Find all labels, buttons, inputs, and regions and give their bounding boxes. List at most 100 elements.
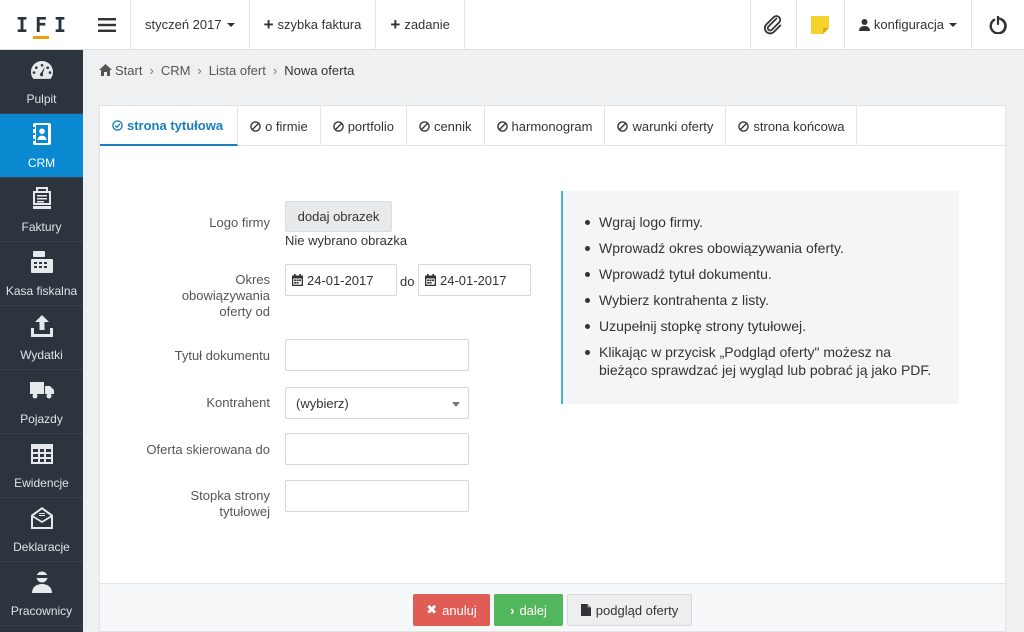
- user-icon: [30, 570, 54, 594]
- sidebar-item-pracownicy[interactable]: Pracownicy: [0, 562, 83, 626]
- paperclip-icon: [764, 14, 782, 34]
- tab-about-company[interactable]: o firmie: [238, 106, 321, 146]
- power-icon: [989, 15, 1007, 34]
- period-label-line: oferty od: [219, 304, 270, 319]
- breadcrumb-crm[interactable]: CRM: [161, 63, 191, 78]
- caret-down-icon: [226, 22, 235, 27]
- chevron-right-icon: ›: [272, 62, 278, 78]
- footer-label: Stopka strony tytułowej: [100, 488, 271, 520]
- date-separator: do: [400, 274, 415, 289]
- sidebar-item-label: Kasa fiskalna: [5, 284, 78, 298]
- invoice-icon: [30, 186, 54, 210]
- top-bar: styczeń 2017 + szybka faktura + zadanie …: [83, 0, 1024, 50]
- calendar-icon: [292, 274, 303, 286]
- tab-label: harmonogram: [511, 118, 593, 134]
- date-from-value: 24-01-2017: [307, 272, 374, 288]
- sidebar-item-faktury[interactable]: Faktury: [0, 178, 83, 242]
- sidebar-item-label: Ewidencje: [14, 476, 69, 490]
- app-logo[interactable]: IFI: [0, 0, 83, 50]
- logo-text: IFI: [15, 12, 74, 37]
- title-input[interactable]: [285, 339, 469, 371]
- sidebar-item-label: Pojazdy: [20, 412, 63, 426]
- breadcrumb: Start › CRM › Lista ofert › Nowa oferta: [99, 61, 354, 79]
- tab-schedule[interactable]: harmonogram: [485, 106, 606, 146]
- sidebar-item-wydatki[interactable]: Wydatki: [0, 306, 83, 370]
- menu-toggle-button[interactable]: [83, 0, 131, 49]
- caret-down-icon: [452, 402, 460, 407]
- tab-end-page[interactable]: strona końcowa: [726, 106, 858, 146]
- date-from-input[interactable]: 24-01-2017: [285, 264, 397, 296]
- footer-label-line: Stopka strony: [190, 488, 271, 503]
- title-label: Tytuł dokumentu: [174, 348, 270, 363]
- sidebar-item-pulpit[interactable]: Pulpit: [0, 50, 83, 114]
- preview-offer-button[interactable]: podgląd oferty: [567, 594, 692, 626]
- help-list: Wgraj logo firmy. Wprowadź okres obowiąz…: [585, 213, 939, 379]
- title-page-form: Logo firmy dodaj obrazek Nie wybrano obr…: [100, 146, 1005, 583]
- sidebar-item-label: Wydatki: [20, 348, 63, 362]
- quick-invoice-button[interactable]: + szybka faktura: [250, 0, 377, 49]
- gauge-icon: [30, 58, 54, 82]
- sticky-note-icon: [811, 15, 830, 34]
- addressed-label: Oferta skierowana do: [146, 442, 270, 457]
- ban-icon: [419, 120, 430, 132]
- tab-label: portfolio: [347, 118, 394, 134]
- contractor-select[interactable]: (wybierz): [285, 387, 469, 419]
- hamburger-icon: [97, 17, 116, 32]
- period-dropdown[interactable]: styczeń 2017: [131, 0, 250, 49]
- offer-tabs: strona tytułowa o firmie portfolio cenni…: [100, 106, 1005, 146]
- logo-accent: [33, 36, 49, 39]
- calendar-icon: [425, 274, 436, 286]
- caret-down-icon: [949, 22, 957, 27]
- logout-button[interactable]: [972, 0, 1024, 49]
- sidebar-item-pojazdy[interactable]: Pojazdy: [0, 370, 83, 434]
- addressed-input[interactable]: [285, 433, 469, 465]
- home-icon: [99, 64, 112, 76]
- close-icon: ✖: [426, 602, 438, 617]
- breadcrumb-current: Nowa oferta: [284, 62, 355, 78]
- sidebar-item-label: Pracownicy: [10, 604, 73, 618]
- config-dropdown[interactable]: konfiguracja: [845, 0, 972, 49]
- help-item: Wgraj logo firmy.: [585, 213, 939, 231]
- date-to-input[interactable]: 24-01-2017: [418, 264, 531, 296]
- tab-price-list[interactable]: cennik: [407, 106, 485, 146]
- truck-icon: [29, 378, 54, 402]
- address-book-icon: [30, 122, 54, 146]
- help-box: Wgraj logo firmy. Wprowadź okres obowiąz…: [561, 191, 959, 404]
- date-to-value: 24-01-2017: [440, 272, 507, 288]
- cancel-button[interactable]: ✖ anuluj: [413, 594, 490, 626]
- contractor-selected: (wybierz): [296, 395, 349, 411]
- tab-title-page[interactable]: strona tytułowa: [100, 106, 239, 146]
- period-label-line: obowiązywania: [181, 288, 270, 303]
- check-circle-icon: [112, 119, 123, 131]
- next-button[interactable]: › dalej: [494, 594, 563, 626]
- tab-label: strona końcowa: [753, 118, 845, 134]
- tab-label: strona tytułowa: [127, 117, 224, 133]
- period-label: Okres obowiązywania oferty od: [100, 272, 270, 320]
- add-image-button[interactable]: dodaj obrazek: [285, 201, 392, 232]
- add-task-button[interactable]: + zadanie: [376, 0, 465, 49]
- ban-icon: [332, 120, 344, 132]
- sidebar-item-kasa-fiskalna[interactable]: Kasa fiskalna: [0, 242, 83, 306]
- user-icon: [858, 18, 870, 31]
- table-icon: [30, 442, 54, 466]
- breadcrumb-start[interactable]: Start: [115, 63, 142, 78]
- notes-button[interactable]: [797, 0, 845, 49]
- ban-icon: [250, 120, 261, 132]
- sidebar-item-deklaracje[interactable]: Deklaracje: [0, 498, 83, 562]
- cash-register-icon: [30, 250, 54, 274]
- plus-icon: +: [263, 15, 274, 34]
- breadcrumb-offer-list[interactable]: Lista ofert: [209, 63, 266, 78]
- logo-status: Nie wybrano obrazka: [285, 233, 408, 248]
- tab-offer-terms[interactable]: warunki oferty: [605, 106, 727, 146]
- sidebar-item-label: CRM: [27, 156, 56, 170]
- quick-invoice-label: szybka faktura: [277, 17, 362, 32]
- attachments-button[interactable]: [751, 0, 797, 49]
- form-actions: ✖ anuluj › dalej podgląd oferty: [100, 583, 1005, 631]
- tab-label: o firmie: [265, 118, 308, 134]
- sidebar-item-crm[interactable]: CRM: [0, 114, 83, 178]
- tab-portfolio[interactable]: portfolio: [321, 106, 407, 146]
- footer-input[interactable]: [285, 480, 469, 512]
- sidebar-item-ewidencje[interactable]: Ewidencje: [0, 434, 83, 498]
- tab-label: warunki oferty: [632, 118, 714, 134]
- envelope-icon: [30, 506, 54, 530]
